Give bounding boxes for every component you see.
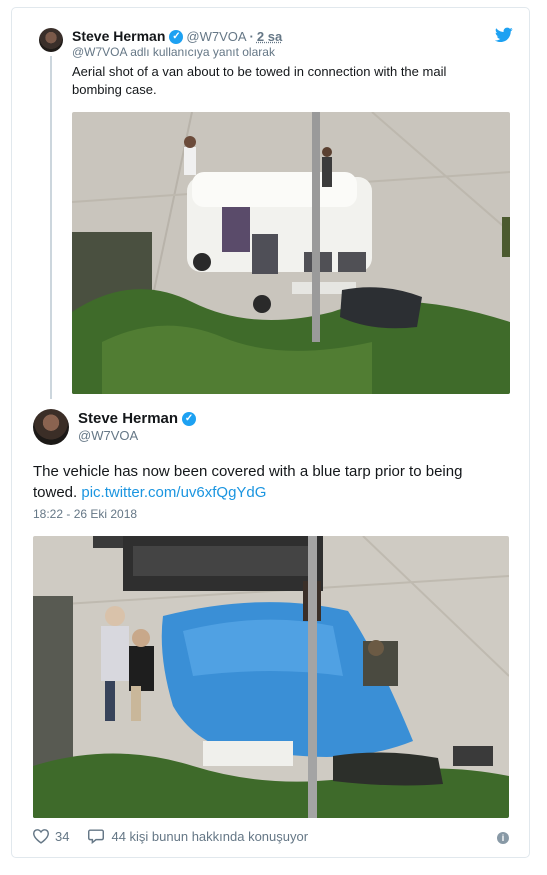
main-tweet-author: Steve Herman ✓ (78, 410, 197, 427)
twitter-bird-icon[interactable] (495, 27, 513, 43)
tweet-actions: 34 44 kişi bunun hakkında konuşuyor (32, 828, 308, 844)
parent-tweet-image[interactable] (72, 112, 510, 394)
main-tweet-text: The vehicle has now been covered with a … (33, 461, 503, 503)
avatar[interactable] (39, 28, 63, 52)
aerial-van-photo (72, 112, 510, 394)
thread-connector-line (50, 56, 52, 399)
embedded-tweet-card: Steve Herman ✓ @W7VOA · 2 sa @W7VOA adlı kul… (11, 7, 530, 858)
replies-text[interactable]: 44 kişi bunun hakkında konuşuyor (111, 829, 308, 844)
verified-badge-icon: ✓ (182, 412, 197, 427)
like-count[interactable]: 34 (55, 829, 69, 844)
main-tweet-image[interactable] (33, 536, 509, 818)
parent-tweet-header: Steve Herman ✓ @W7VOA · 2 sa (72, 28, 282, 45)
tweet-timestamp[interactable]: 18:22 - 26 Eki 2018 (33, 507, 137, 521)
author-handle[interactable]: @W7VOA (78, 428, 138, 443)
parent-tweet-text: Aerial shot of a van about to be towed i… (72, 64, 447, 97)
verified-badge-icon: ✓ (169, 30, 184, 45)
tweet-time-link[interactable]: 2 sa (257, 29, 282, 44)
pic-link[interactable]: pic.twitter.com/uv6xfQgYdG (81, 484, 266, 501)
reply-context[interactable]: @W7VOA adlı kullanıcıya yanıt olarak (72, 45, 275, 59)
separator-dot: · (249, 29, 254, 44)
avatar[interactable] (33, 409, 69, 445)
tarp-covered-van-photo (33, 536, 509, 818)
author-name[interactable]: Steve Herman (72, 28, 165, 44)
author-handle[interactable]: @W7VOA (186, 29, 246, 44)
author-name[interactable]: Steve Herman (78, 410, 178, 427)
heart-icon[interactable] (32, 828, 50, 844)
info-icon[interactable]: i (497, 832, 509, 844)
comment-bubble-icon[interactable] (87, 828, 105, 844)
